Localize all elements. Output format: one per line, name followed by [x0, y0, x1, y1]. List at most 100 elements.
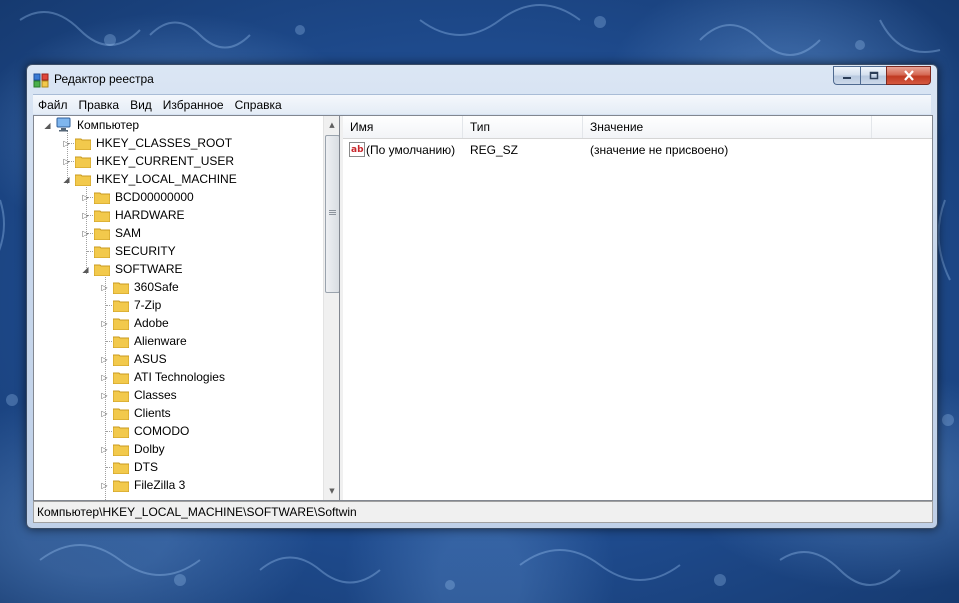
- tree-hguide: [106, 431, 112, 432]
- tree-node-ati[interactable]: ▷ ATI Technologies: [34, 368, 323, 386]
- tree-label: Adobe: [134, 316, 169, 330]
- tree-node-alienware[interactable]: Alienware: [34, 332, 323, 350]
- list-row[interactable]: ab (По умолчанию) REG_SZ (значение не пр…: [343, 140, 932, 160]
- tree-node-adobe[interactable]: ▷ Adobe: [34, 314, 323, 332]
- maximize-icon: [869, 71, 878, 79]
- tree-node-software[interactable]: ◢ SOFTWARE: [34, 260, 323, 278]
- tree-node-computer[interactable]: ◢ Компьютер: [34, 116, 323, 134]
- key-tree[interactable]: ◢ Компьютер ▷ HKEY_CLASSES_ROOT ▷ HKEY_C…: [34, 116, 340, 500]
- folder-icon: [113, 318, 129, 330]
- expand-arrow-icon[interactable]: ▷: [100, 319, 109, 328]
- tree-label: HKEY_CLASSES_ROOT: [96, 136, 233, 150]
- tree-label: ATI Technologies: [134, 370, 225, 384]
- expand-arrow-icon[interactable]: ▷: [100, 355, 109, 364]
- scroll-up-icon[interactable]: ▲: [324, 117, 339, 133]
- menu-help[interactable]: Справка: [230, 98, 287, 112]
- tree-hguide: [106, 467, 112, 468]
- column-header-type[interactable]: Тип: [463, 116, 583, 138]
- expand-arrow-icon[interactable]: ▷: [62, 157, 71, 166]
- minimize-button[interactable]: [833, 66, 860, 85]
- folder-icon: [113, 372, 129, 384]
- tree-node-sam[interactable]: ▷ SAM: [34, 224, 323, 242]
- registry-editor-window: Редактор реестра Файл Правка Вид Избранн…: [26, 64, 938, 529]
- tree-label: FileZilla 3: [134, 478, 186, 492]
- tree-node-asus[interactable]: ▷ ASUS: [34, 350, 323, 368]
- tree-label: Компьютер: [77, 118, 140, 132]
- close-button[interactable]: [886, 66, 931, 85]
- computer-icon: [56, 117, 71, 132]
- folder-icon: [113, 300, 129, 312]
- tree-label: 360Safe: [134, 280, 179, 294]
- expand-arrow-icon[interactable]: ▷: [100, 373, 109, 382]
- tree-node-dolby[interactable]: ▷ Dolby: [34, 440, 323, 458]
- tree-node-hklm[interactable]: ◢ HKEY_LOCAL_MACHINE: [34, 170, 323, 188]
- tree-node-hkcr[interactable]: ▷ HKEY_CLASSES_ROOT: [34, 134, 323, 152]
- regedit-icon: [33, 73, 49, 88]
- tree-label: COMODO: [134, 424, 190, 438]
- menu-edit[interactable]: Правка: [74, 98, 125, 112]
- tree-label: Clients: [134, 406, 171, 420]
- collapse-arrow-icon[interactable]: ◢: [43, 121, 52, 130]
- tree-label: HKEY_CURRENT_USER: [96, 154, 235, 168]
- tree-node-classes[interactable]: ▷ Classes: [34, 386, 323, 404]
- folder-icon: [113, 282, 129, 294]
- tree-node-7zip[interactable]: 7-Zip: [34, 296, 323, 314]
- collapse-arrow-icon[interactable]: ◢: [62, 175, 71, 184]
- expand-arrow-icon[interactable]: ▷: [81, 229, 90, 238]
- minimize-icon: [843, 76, 851, 79]
- value-list[interactable]: Имя Тип Значение ab (По умолчанию) REG_S…: [343, 116, 932, 500]
- folder-icon: [75, 156, 91, 168]
- tree-hguide: [87, 251, 93, 252]
- maximize-button[interactable]: [860, 66, 886, 85]
- tree-node-comodo[interactable]: COMODO: [34, 422, 323, 440]
- folder-open-icon: [94, 264, 110, 276]
- expand-arrow-icon[interactable]: ▷: [81, 193, 90, 202]
- expand-arrow-icon[interactable]: ▷: [62, 139, 71, 148]
- menu-file[interactable]: Файл: [33, 98, 73, 112]
- expand-arrow-icon[interactable]: ▷: [100, 391, 109, 400]
- scroll-down-icon[interactable]: ▼: [324, 483, 339, 499]
- expand-arrow-icon[interactable]: ▷: [81, 211, 90, 220]
- column-header-name[interactable]: Имя: [343, 116, 463, 138]
- tree-label: DTS: [134, 460, 158, 474]
- menu-bar: Файл Правка Вид Избранное Справка: [33, 94, 931, 114]
- expand-arrow-icon[interactable]: ▷: [100, 283, 109, 292]
- value-data: (значение не присвоено): [590, 143, 729, 157]
- tree-node-filezilla[interactable]: ▷ FileZilla 3: [34, 476, 323, 494]
- window-title: Редактор реестра: [54, 72, 154, 86]
- expand-arrow-icon[interactable]: ▷: [100, 445, 109, 454]
- close-icon: [903, 70, 914, 81]
- tree-scrollbar[interactable]: ▲ ▼: [323, 116, 339, 500]
- tree-node-hardware[interactable]: ▷ HARDWARE: [34, 206, 323, 224]
- tree-node-360safe[interactable]: ▷ 360Safe: [34, 278, 323, 296]
- folder-icon: [113, 462, 129, 474]
- tree-label: BCD00000000: [115, 190, 194, 204]
- tree-label: HARDWARE: [115, 208, 185, 222]
- folder-icon: [113, 390, 129, 402]
- folder-icon: [113, 444, 129, 456]
- folder-icon: [113, 336, 129, 348]
- client-area: ◢ Компьютер ▷ HKEY_CLASSES_ROOT ▷ HKEY_C…: [33, 115, 933, 501]
- tree-node-dts[interactable]: DTS: [34, 458, 323, 476]
- folder-icon: [113, 426, 129, 438]
- menu-favorites[interactable]: Избранное: [158, 98, 229, 112]
- expand-arrow-icon[interactable]: ▷: [100, 481, 109, 490]
- collapse-arrow-icon[interactable]: ◢: [81, 265, 90, 274]
- tree-node-hkcu[interactable]: ▷ HKEY_CURRENT_USER: [34, 152, 323, 170]
- caption-buttons: [833, 66, 931, 85]
- folder-icon: [75, 138, 91, 150]
- column-header-value[interactable]: Значение: [583, 116, 872, 138]
- tree-node-clients[interactable]: ▷ Clients: [34, 404, 323, 422]
- tree-label: SOFTWARE: [115, 262, 183, 276]
- tree-hguide: [106, 341, 112, 342]
- tree-label: 7-Zip: [134, 298, 162, 312]
- folder-open-icon: [75, 174, 91, 186]
- tree-node-security[interactable]: SECURITY: [34, 242, 323, 260]
- menu-view[interactable]: Вид: [125, 98, 157, 112]
- tree-hguide: [106, 305, 112, 306]
- scroll-thumb[interactable]: [325, 135, 339, 293]
- tree-node-bcd[interactable]: ▷ BCD00000000: [34, 188, 323, 206]
- title-bar[interactable]: Редактор реестра: [27, 65, 937, 93]
- tree-label: ASUS: [134, 352, 167, 366]
- expand-arrow-icon[interactable]: ▷: [100, 409, 109, 418]
